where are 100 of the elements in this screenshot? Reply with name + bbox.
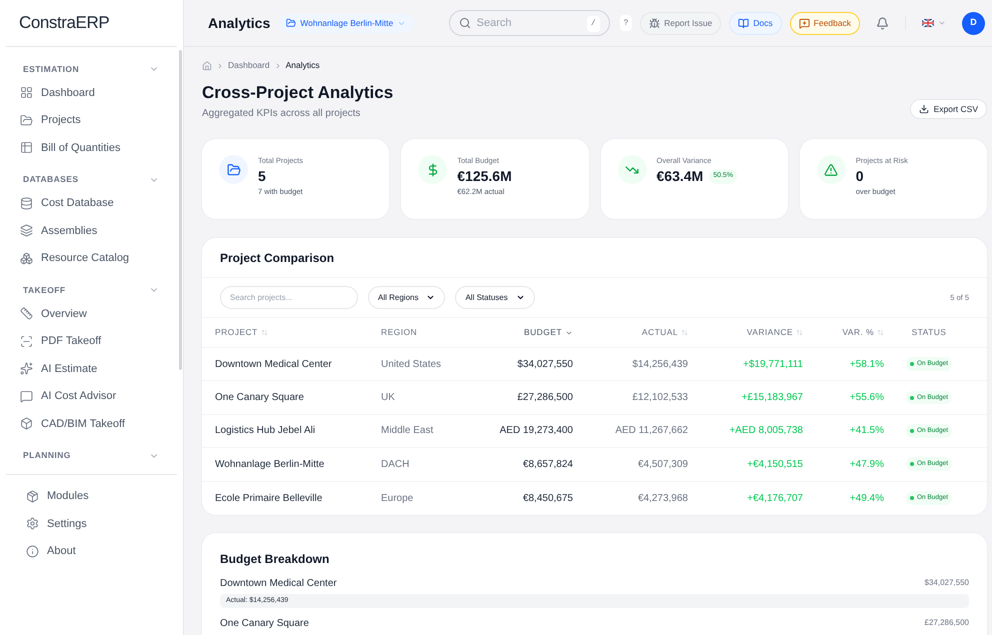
nav-item[interactable]: Bill of Quantities xyxy=(41,140,120,156)
column-header[interactable]: BUDGET xyxy=(524,326,562,339)
section-label: ESTIMATION xyxy=(23,62,80,76)
book-icon xyxy=(738,18,750,28)
column-header[interactable]: STATUS xyxy=(912,326,946,339)
header-button[interactable]: Docs xyxy=(729,12,782,34)
table-cell-text: +41.5% xyxy=(848,424,884,438)
folder-icon xyxy=(226,162,240,176)
sparkles-icon xyxy=(20,362,33,376)
filter-dropdown[interactable]: All Statuses xyxy=(455,286,535,309)
folder-icon xyxy=(20,114,33,127)
logo: ConstraERP xyxy=(19,12,110,34)
column-header[interactable]: VARIANCE xyxy=(746,326,793,339)
ruler-icon xyxy=(20,307,33,320)
kpi-value: 5 xyxy=(258,167,266,186)
boxes-icon xyxy=(20,252,33,265)
nav-item[interactable]: Dashboard xyxy=(41,84,95,101)
sort-icon[interactable] xyxy=(260,329,268,336)
sort-icon[interactable] xyxy=(877,329,884,336)
nav-item[interactable]: Assemblies xyxy=(41,222,98,239)
header-button[interactable]: Report Issue xyxy=(640,12,722,34)
settings-icon xyxy=(26,517,39,530)
table-cell-text: +$19,771,111 xyxy=(742,358,803,372)
section-label: TAKEOFF xyxy=(23,284,66,296)
breakdown-project: Downtown Medical Center xyxy=(220,576,337,591)
table-icon xyxy=(20,141,33,154)
table-cell-text: DACH xyxy=(381,458,410,472)
avatar[interactable]: D xyxy=(962,12,985,34)
table-cell-text: £12,102,533 xyxy=(631,391,688,406)
sort-icon[interactable] xyxy=(796,329,803,336)
sort-icon[interactable] xyxy=(681,329,688,336)
nav-item[interactable]: PDF Takeoff xyxy=(41,333,102,350)
table-cell-text: One Canary Square xyxy=(215,391,305,406)
nav-item[interactable]: About xyxy=(47,543,76,560)
column-header[interactable]: VAR. % xyxy=(842,326,874,339)
nav-item[interactable]: Modules xyxy=(47,488,89,504)
nav-item[interactable]: CAD/BIM Takeoff xyxy=(41,416,125,432)
table-cell-text: +55.6% xyxy=(848,391,884,406)
nav-item[interactable]: Projects xyxy=(41,112,81,128)
shortcut-key: / xyxy=(586,16,600,32)
table-cell-text: €8,657,824 xyxy=(522,458,573,472)
table-cell-text: +€4,176,707 xyxy=(746,492,803,506)
chevron-icon xyxy=(426,293,436,302)
page-subtitle: Aggregated KPIs across all projects xyxy=(202,107,362,121)
chevron-icon xyxy=(938,19,946,27)
info-icon xyxy=(26,544,39,558)
table-cell-text: Ecole Primaire Belleville xyxy=(215,492,324,506)
table-cell-text: +47.9% xyxy=(848,458,884,472)
folder-icon xyxy=(286,18,296,28)
table-cell-text: Europe xyxy=(381,492,414,506)
layers-icon xyxy=(20,224,33,238)
table-cell-text: AED 11,267,662 xyxy=(614,424,688,438)
nav-item[interactable]: Cost Database xyxy=(41,195,114,212)
search-icon xyxy=(458,17,471,29)
feedback-icon xyxy=(798,18,810,28)
table-cell-text: +€4,150,515 xyxy=(746,458,803,472)
project-search-field[interactable]: Search projects... xyxy=(220,286,358,309)
flag-icon xyxy=(922,19,934,27)
page-title: Cross-Project Analytics xyxy=(202,82,394,104)
table-cell-text: UK xyxy=(381,391,396,406)
section-label: PLANNING xyxy=(23,449,71,462)
table-cell-text: Wohnanlage Berlin-Mitte xyxy=(215,458,326,472)
table-cell-text: $34,027,550 xyxy=(516,358,573,372)
database-icon xyxy=(20,196,33,210)
nav-item[interactable]: AI Cost Advisor xyxy=(41,388,116,404)
card-title: Budget Breakdown xyxy=(220,550,330,568)
table-cell-text: $14,256,439 xyxy=(631,358,688,372)
table-cell-text: +58.1% xyxy=(848,358,884,372)
nav-item[interactable]: Settings xyxy=(47,516,87,532)
home-icon[interactable] xyxy=(202,60,212,70)
table-cell-text: £27,286,500 xyxy=(516,391,573,406)
breadcrumb-item: Analytics xyxy=(286,59,320,72)
table-cell-text: +49.4% xyxy=(848,492,884,506)
chevron-icon xyxy=(216,62,224,70)
bell-icon[interactable] xyxy=(876,16,889,30)
table-cell-text: AED 19,273,400 xyxy=(498,424,573,438)
breadcrumb-item[interactable]: Dashboard xyxy=(228,59,270,72)
header-button[interactable]: Feedback xyxy=(790,12,860,34)
table-cell-text: €4,273,968 xyxy=(636,492,688,506)
table-cell-text: Downtown Medical Center xyxy=(215,358,333,372)
column-header[interactable]: PROJECT xyxy=(215,326,258,339)
table-cell-text: Middle East xyxy=(381,424,434,438)
table-cell-text: +£15,183,967 xyxy=(740,391,803,406)
column-header[interactable]: REGION xyxy=(381,326,418,339)
column-header[interactable]: ACTUAL xyxy=(642,326,678,339)
chevron-icon xyxy=(516,293,525,302)
grid-icon xyxy=(20,86,33,100)
table-cell-text: United States xyxy=(381,358,442,372)
export-button[interactable]: Export CSV xyxy=(910,99,987,119)
nav-item[interactable]: AI Estimate xyxy=(41,360,98,377)
page-heading: Analytics xyxy=(208,14,270,33)
project-selector[interactable]: Wohnanlage Berlin-Mitte xyxy=(278,14,414,32)
breakdown-project: One Canary Square xyxy=(220,616,309,631)
card-title: Project Comparison xyxy=(220,250,334,266)
nav-item[interactable]: Overview xyxy=(41,306,87,322)
nav-item[interactable]: Resource Catalog xyxy=(41,250,130,266)
help-button[interactable]: ? xyxy=(620,15,632,31)
kpi-value: 0 xyxy=(856,167,864,186)
table-cell-text: €8,450,675 xyxy=(522,492,573,506)
filter-dropdown[interactable]: All Regions xyxy=(368,286,446,309)
